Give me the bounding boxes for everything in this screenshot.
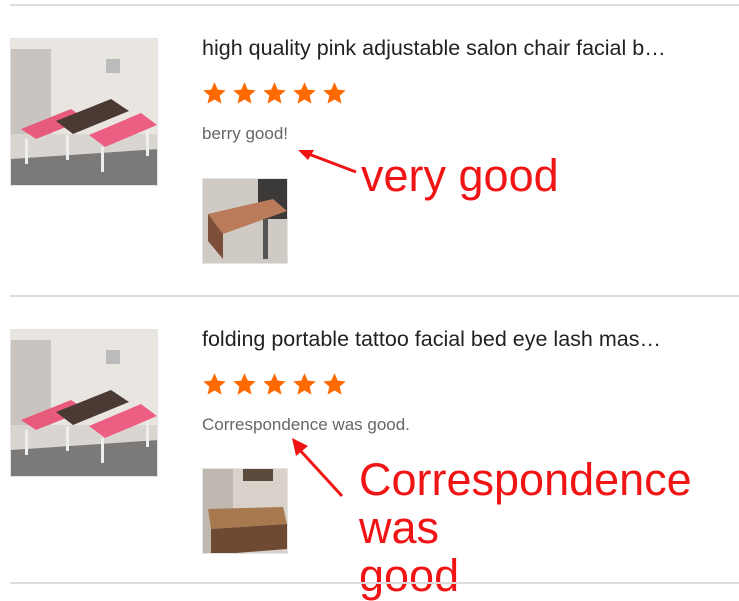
star-icon — [323, 82, 346, 104]
annotation-line: good — [359, 550, 460, 601]
star-icon — [203, 373, 226, 395]
star-icon — [323, 373, 346, 395]
star-rating — [201, 371, 348, 398]
review-item: folding portable tattoo facial bed eye l… — [0, 291, 739, 600]
star-icon — [233, 82, 256, 104]
star-icon — [263, 373, 286, 395]
review-comment: Correspondence was good. — [202, 415, 410, 434]
annotation-text: very good — [361, 150, 559, 201]
product-title[interactable]: folding portable tattoo facial bed eye l… — [202, 327, 722, 352]
star-icon — [293, 373, 316, 395]
red-arrow-icon — [298, 150, 357, 174]
annotation-text: Correspondence was good — [359, 456, 739, 600]
star-icon — [293, 82, 316, 104]
product-thumbnail[interactable] — [10, 329, 158, 477]
product-thumbnail[interactable] — [10, 38, 158, 186]
bottom-divider — [10, 582, 739, 584]
review-photo[interactable] — [202, 178, 288, 264]
star-icon — [203, 82, 226, 104]
star-icon — [263, 82, 286, 104]
red-arrow-icon — [292, 438, 344, 498]
star-icon — [233, 373, 256, 395]
product-title[interactable]: high quality pink adjustable salon chair… — [202, 36, 722, 61]
review-item: high quality pink adjustable salon chair… — [0, 0, 739, 290]
annotation-line: Correspondence was — [359, 454, 692, 553]
star-rating — [201, 80, 348, 107]
review-photo[interactable] — [202, 468, 288, 554]
review-comment: berry good! — [202, 124, 288, 143]
